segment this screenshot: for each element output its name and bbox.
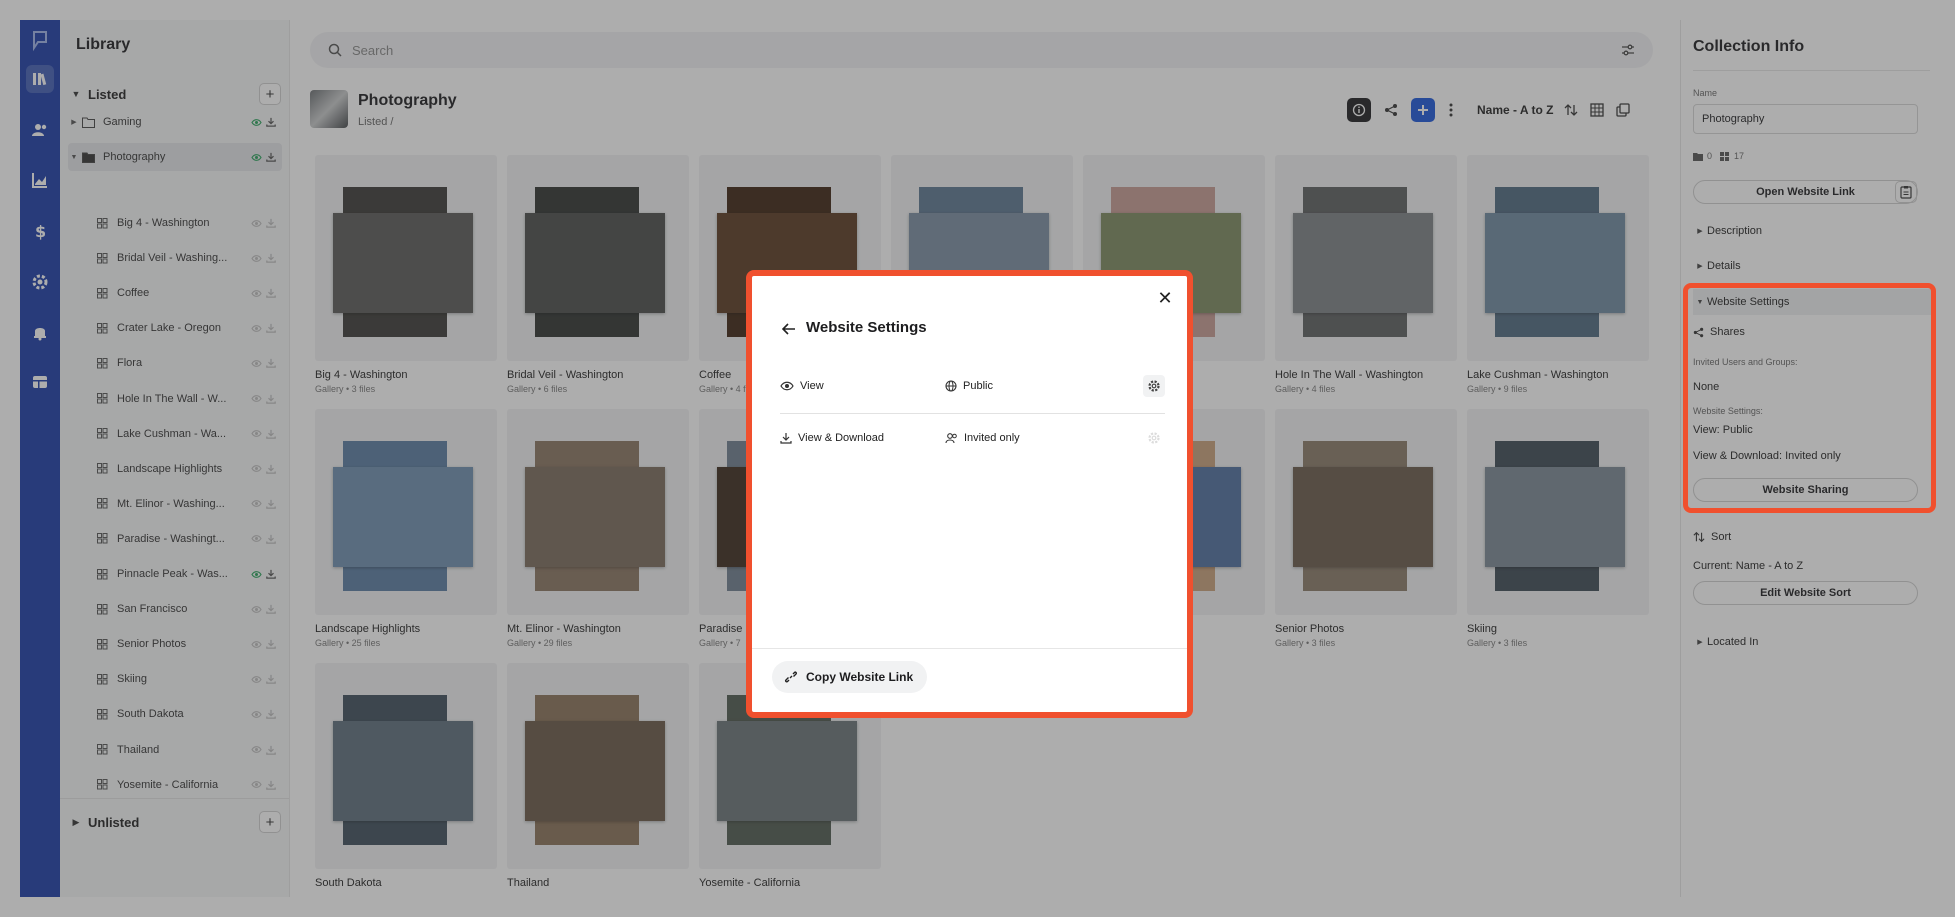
- gear-icon: [1148, 432, 1160, 444]
- view-permission-label: View: [800, 380, 824, 392]
- view-download-settings-gear-button[interactable]: [1143, 427, 1165, 449]
- back-arrow-icon[interactable]: [780, 320, 798, 338]
- download-icon: [780, 433, 792, 444]
- gear-icon: [1148, 380, 1160, 392]
- view-permission-row: View Public: [780, 366, 1165, 406]
- view-settings-gear-button[interactable]: [1143, 375, 1165, 397]
- globe-icon: [945, 380, 957, 392]
- eye-icon: [780, 381, 794, 391]
- copy-website-link-button[interactable]: Copy Website Link: [772, 661, 928, 693]
- view-download-access-value: Invited only: [964, 432, 1020, 444]
- users-icon: [945, 433, 957, 444]
- link-icon: [784, 671, 798, 683]
- copy-website-link-label: Copy Website Link: [806, 670, 914, 684]
- modal-title: Website Settings: [806, 319, 927, 336]
- view-access-value: Public: [963, 380, 993, 392]
- view-download-permission-label: View & Download: [798, 432, 885, 444]
- website-settings-modal: ✕ Website Settings View Public View & Do…: [746, 270, 1193, 718]
- modal-footer: Copy Website Link: [752, 648, 1187, 712]
- close-icon[interactable]: ✕: [1155, 288, 1175, 308]
- divider: [780, 413, 1165, 414]
- view-download-permission-row: View & Download Invited only: [780, 418, 1165, 458]
- highlight-box: [1683, 283, 1936, 513]
